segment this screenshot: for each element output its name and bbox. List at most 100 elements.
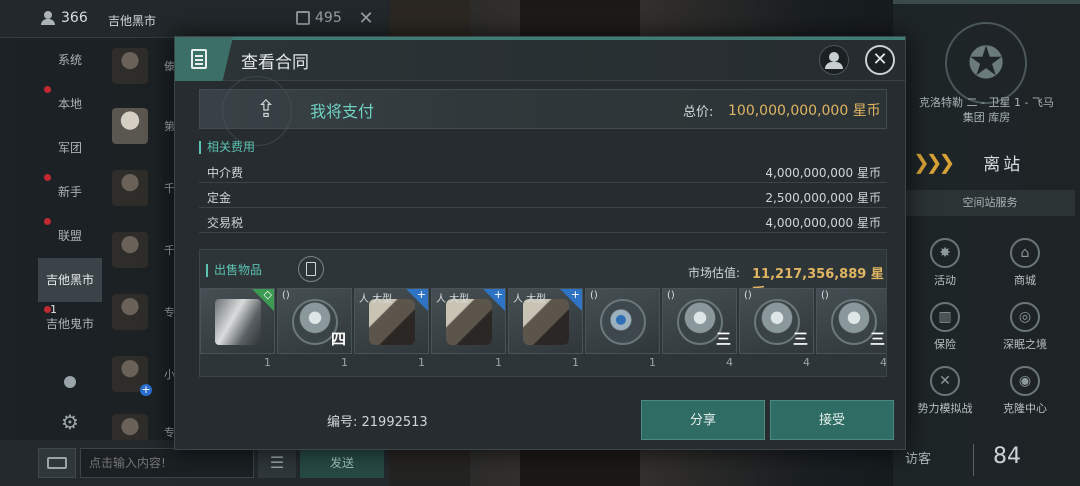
service-label: 活动 xyxy=(934,274,956,287)
channel-tab[interactable]: 军团 xyxy=(38,126,102,170)
undock-label: 离站 xyxy=(983,154,1024,175)
contract-dialog: 查看合同 ✕ ⇪ 我将支付 总价: 100,000,000,000 星币 相关费… xyxy=(174,36,906,450)
send-button[interactable]: 发送 xyxy=(300,448,384,478)
fee-row: 定金 2,500,000,000 星币 xyxy=(199,184,887,208)
channel-name: 吉他黑市 xyxy=(108,14,157,28)
station-service[interactable]: ◉ 克隆中心 xyxy=(985,366,1065,416)
share-button[interactable]: 分享 xyxy=(641,400,765,440)
people-icon xyxy=(40,11,56,25)
channel-tab[interactable]: 本地 xyxy=(38,82,102,126)
service-icon: ✕ xyxy=(930,366,960,396)
station-service[interactable]: ✕ 势力模拟战 xyxy=(905,366,985,416)
item-tier: 三 xyxy=(792,330,808,348)
item-tile: () 三 xyxy=(662,288,737,354)
item-quantity: 1 xyxy=(649,356,656,369)
channel-tab-label: 联盟 xyxy=(57,229,82,243)
station-service[interactable]: ▥ 保险 xyxy=(905,302,985,352)
service-label: 克隆中心 xyxy=(1003,402,1047,415)
item-tile: () 四 xyxy=(277,288,352,354)
services-title: 空间站服务 xyxy=(905,190,1075,216)
fee-label: 定金 xyxy=(207,191,232,205)
online-count-value: 366 xyxy=(61,10,88,26)
avatar[interactable] xyxy=(112,170,148,206)
sale-item[interactable]: () 三 4 xyxy=(816,288,887,372)
chat-close-icon[interactable]: ✕ xyxy=(354,8,378,30)
items-for-sale: 出售物品 市场估值: 11,217,356,889 星币 ◇1()四1人 大型+… xyxy=(199,249,887,377)
item-tile: 人 大型 + xyxy=(354,288,429,354)
item-tier: 三 xyxy=(715,330,731,348)
issuer-profile-icon[interactable] xyxy=(819,45,849,75)
service-icon: ⌂ xyxy=(1010,238,1040,268)
online-count: 366 xyxy=(40,10,88,26)
total-price-label: 总价: xyxy=(683,105,714,120)
drone-module-icon xyxy=(215,299,261,345)
station-name-line1: 克洛特勒 二 - 卫星 1 - 飞马 xyxy=(919,96,1054,109)
item-quantity: 1 xyxy=(572,356,579,369)
contract-scroll-icon xyxy=(175,37,233,81)
channel-tab-label: 系统 xyxy=(57,53,82,67)
channel-tab[interactable]: 联盟 xyxy=(38,214,102,258)
channel-tab[interactable]: 系统 xyxy=(38,38,102,82)
sale-item[interactable]: 人 大型 + 1 xyxy=(508,288,583,372)
keyboard-icon[interactable] xyxy=(38,448,76,478)
settings-gear-icon[interactable]: ⚙ xyxy=(38,402,102,442)
undock-button[interactable]: ❯❯❯ 离站 xyxy=(905,142,1075,182)
station-service[interactable]: ✸ 活动 xyxy=(905,238,985,288)
service-icon: ◉ xyxy=(1010,366,1040,396)
sale-item[interactable]: ◇ 1 xyxy=(200,288,275,372)
visitors-count: 84 xyxy=(993,444,1021,469)
item-size-tag: () xyxy=(282,290,290,301)
fee-value: 2,500,000,000 星币 xyxy=(765,191,881,205)
item-quantity: 4 xyxy=(726,356,733,369)
channel-tab[interactable]: 新手 xyxy=(38,170,102,214)
item-list-icon[interactable] xyxy=(298,256,324,282)
station-service[interactable]: ◎ 深眠之境 xyxy=(985,302,1065,352)
sale-item[interactable]: () 1 xyxy=(585,288,660,372)
item-tile: () 三 xyxy=(816,288,886,354)
avatar[interactable]: + xyxy=(112,356,152,396)
sale-item[interactable]: () 四 1 xyxy=(277,288,352,372)
item-tile: 人 大型 + xyxy=(431,288,506,354)
chat-header: 366 吉他黑市 495 ✕ xyxy=(0,0,388,38)
channel-tab-label: 本地 xyxy=(57,97,82,111)
sale-item[interactable]: 人 大型 + 1 xyxy=(354,288,429,372)
service-label: 保险 xyxy=(934,338,956,351)
close-icon[interactable]: ✕ xyxy=(865,45,895,75)
item-tier: 三 xyxy=(869,330,885,348)
members-icon xyxy=(296,11,310,25)
item-quantity: 4 xyxy=(880,356,887,369)
corp-emblem-icon: ✪ xyxy=(945,22,1027,104)
contract-number: 编号: 21992513 xyxy=(327,415,428,430)
contacts-icon[interactable] xyxy=(38,366,102,406)
avatar[interactable] xyxy=(112,294,148,330)
dialog-header: 查看合同 ✕ xyxy=(175,37,905,81)
member-count-value: 495 xyxy=(315,10,342,26)
total-price-value: 100,000,000,000 星币 xyxy=(728,103,881,119)
station-panel-edge xyxy=(893,0,1080,4)
avatar[interactable] xyxy=(112,108,148,144)
list-icon[interactable]: ☰ xyxy=(258,448,296,478)
pay-out-icon: ⇪ xyxy=(255,95,277,123)
add-friend-icon: + xyxy=(140,383,152,396)
sale-item[interactable]: () 三 4 xyxy=(739,288,814,372)
station-service[interactable]: ⌂ 商城 xyxy=(985,238,1065,288)
avatar[interactable] xyxy=(112,48,148,84)
service-label: 深眠之境 xyxy=(1003,338,1047,351)
channel-tab-label: 吉他鬼市 xyxy=(45,317,94,331)
sale-item[interactable]: () 三 4 xyxy=(662,288,737,372)
channel-tab[interactable]: 1 吉他鬼市 xyxy=(38,302,102,346)
divider xyxy=(973,444,974,476)
unread-dot xyxy=(44,218,51,225)
chevrons-icon: ❯❯❯ xyxy=(913,150,955,174)
item-quantity: 1 xyxy=(264,356,271,369)
avatar[interactable] xyxy=(112,232,148,268)
item-quantity: 1 xyxy=(418,356,425,369)
item-quantity: 1 xyxy=(495,356,502,369)
channel-tab[interactable]: 吉他黑市 xyxy=(38,258,102,302)
sale-item[interactable]: 人 大型 + 1 xyxy=(431,288,506,372)
accept-button[interactable]: 接受 xyxy=(770,400,894,440)
chat-input[interactable] xyxy=(80,448,254,478)
member-count[interactable]: 495 xyxy=(296,10,342,26)
service-icon: ✸ xyxy=(930,238,960,268)
header-accent xyxy=(175,37,905,40)
